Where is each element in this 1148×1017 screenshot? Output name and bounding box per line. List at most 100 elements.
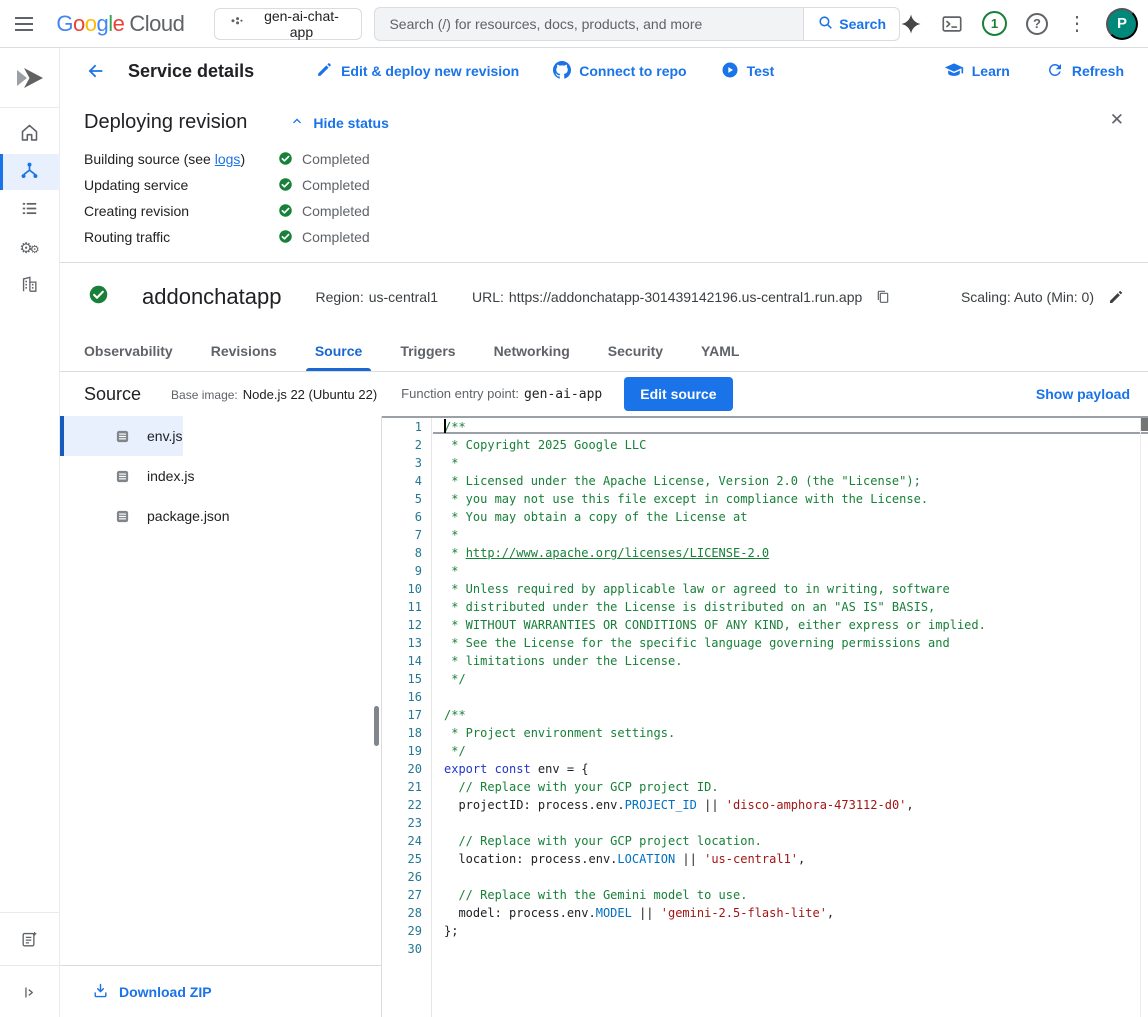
line-number: 11 [382,598,431,616]
tab-source[interactable]: Source [296,330,381,371]
line-number: 29 [382,922,431,940]
action-label: Learn [972,63,1010,79]
close-icon[interactable]: ✕ [1104,104,1130,136]
expand-panel-icon[interactable] [0,974,60,1010]
services-fork-icon [20,161,39,183]
more-options-icon[interactable]: ⋮ [1067,14,1087,34]
search-button[interactable]: Search [803,7,900,41]
line-number: 6 [382,508,431,526]
line-number: 23 [382,814,431,832]
code-line: * [444,562,1148,580]
line-number: 20 [382,760,431,778]
sidebar-item-revisions-list[interactable] [0,192,60,228]
entry-point-meta: Function entry point: gen-ai-app [401,386,602,402]
test-button[interactable]: Test [721,61,775,82]
code-line: * Unless required by applicable law or a… [444,580,1148,598]
search-input[interactable] [374,7,803,41]
code-line: // Replace with your GCP project locatio… [444,832,1148,850]
code-line: }; [444,922,1148,940]
line-number: 17 [382,706,431,724]
check-circle-icon [278,203,293,218]
code-line: * [444,526,1148,544]
show-payload-link[interactable]: Show payload [1036,386,1130,402]
project-name: gen-ai-chat-app [254,8,348,40]
learn-button[interactable]: Learn [944,60,1010,83]
file-pane-spacer [60,536,381,965]
line-number: 14 [382,652,431,670]
github-icon [553,61,571,82]
download-zip-button[interactable]: Download ZIP [60,965,381,1017]
code-line: * http://www.apache.org/licenses/LICENSE… [444,544,1148,562]
sidebar-item-home[interactable] [0,116,60,152]
sidebar-item-organization[interactable] [0,268,60,304]
base-image-label: Base image: [171,388,238,402]
tab-security[interactable]: Security [589,330,682,371]
action-label: Connect to repo [579,63,686,79]
code-line: * Licensed under the Apache License, Ver… [444,472,1148,490]
edit-deploy-revision-button[interactable]: Edit & deploy new revision [316,61,519,81]
google-cloud-logo[interactable]: Google Cloud [56,11,184,37]
status-text: Completed [302,177,370,193]
sidebar-divider [0,965,60,966]
notification-count: 1 [991,16,998,31]
hide-status-label: Hide status [313,115,388,131]
code-content: /** * Copyright 2025 Google LLC * * Lice… [433,418,1148,958]
sidebar-item-services[interactable] [0,154,60,190]
code-line: * Project environment settings. [444,724,1148,742]
code-line: projectID: process.env.PROJECT_ID || 'di… [444,796,1148,814]
file-name: env.js [147,428,183,444]
code-editor[interactable]: 1234567891011121314151617181920212223242… [382,416,1148,1017]
line-number: 24 [382,832,431,850]
file-item-index.js[interactable]: index.js [60,456,194,496]
tab-yaml[interactable]: YAML [682,330,758,371]
logs-link[interactable]: logs [215,151,241,167]
line-number: 4 [382,472,431,490]
file-name: index.js [147,468,194,484]
action-label: Test [747,63,775,79]
learn-graduation-icon [944,60,964,83]
search-button-label: Search [839,16,886,32]
deploy-step-label: Routing traffic [84,229,278,245]
deploy-step-status: Completed [278,177,370,193]
edit-source-button[interactable]: Edit source [624,377,732,411]
edit-scaling-pencil-icon[interactable] [1108,289,1124,305]
help-icon[interactable]: ? [1026,13,1048,35]
left-sidebar: ⚙⚙ [0,48,60,1017]
code-line: // Replace with the Gemini model to use. [444,886,1148,904]
check-circle-icon [278,151,293,166]
tab-revisions[interactable]: Revisions [192,330,296,371]
line-number: 30 [382,940,431,958]
notifications-badge[interactable]: 1 [982,11,1007,36]
tab-observability[interactable]: Observability [84,330,192,371]
line-number: 25 [382,850,431,868]
code-line: */ [444,742,1148,760]
connect-to-repo-button[interactable]: Connect to repo [553,61,686,82]
toolbar-actions: Edit & deploy new revision Connect to re… [316,61,774,82]
avatar[interactable]: P [1106,8,1138,40]
copy-icon[interactable] [875,289,891,305]
building-icon [20,275,39,297]
code-line: // Replace with your GCP project ID. [444,778,1148,796]
line-number: 18 [382,724,431,742]
cloud-shell-icon[interactable] [941,13,963,35]
release-notes-icon[interactable] [0,921,60,957]
service-url: URL: https://addonchatapp-301439142196.u… [472,289,862,305]
gemini-sparkle-icon[interactable] [900,13,922,35]
code-line: * See the License for the specific langu… [444,634,1148,652]
file-item-package.json[interactable]: package.json [60,496,230,536]
hide-status-toggle[interactable]: Hide status [289,113,388,132]
tab-networking[interactable]: Networking [475,330,589,371]
project-picker-button[interactable]: gen-ai-chat-app [214,8,362,40]
file-item-env.js[interactable]: env.js [60,416,183,456]
tab-triggers[interactable]: Triggers [381,330,474,371]
pencil-icon [316,61,333,81]
code-line: * limitations under the License. [444,652,1148,670]
back-arrow-icon[interactable] [84,60,106,82]
sidebar-item-integrations[interactable]: ⚙⚙ [0,230,60,266]
refresh-button[interactable]: Refresh [1046,60,1124,83]
url-value[interactable]: https://addonchatapp-301439142196.us-cen… [509,289,862,305]
editor-scrollbar-thumb[interactable] [1141,418,1148,431]
file-pane-scrollbar[interactable] [374,706,379,746]
action-label: Refresh [1072,63,1124,79]
menu-icon[interactable] [0,0,48,48]
